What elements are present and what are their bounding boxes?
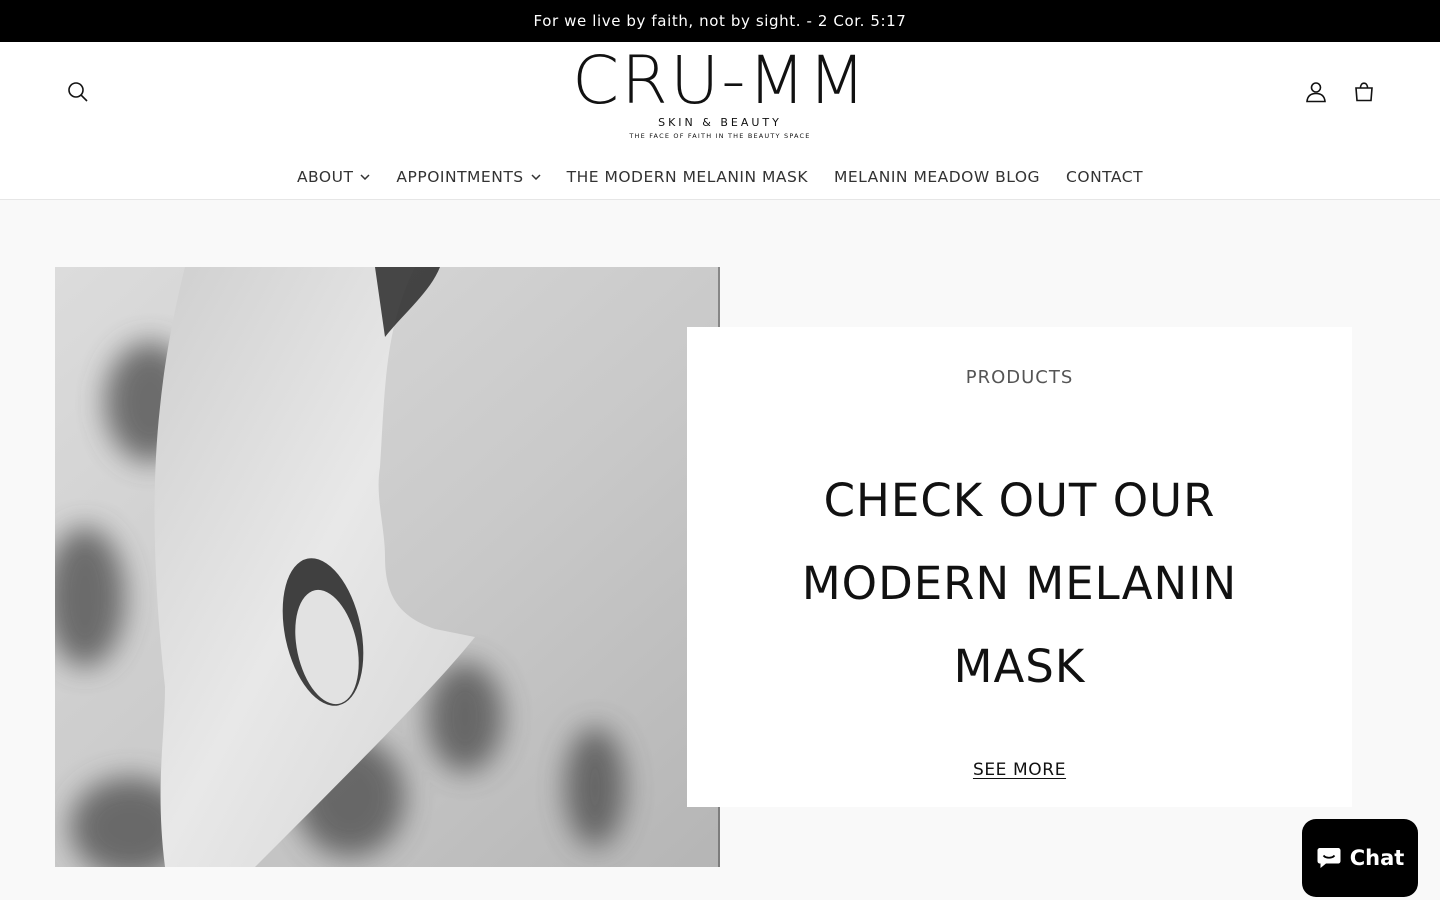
see-more-link[interactable]: SEE MORE [687, 760, 1352, 780]
chevron-down-icon [531, 174, 541, 180]
site-logo[interactable]: CRU-MM SKIN & BEAUTY THE FACE OF FAITH I… [560, 42, 880, 141]
nav-item-label: ABOUT [296, 168, 354, 186]
hero-headline: CHECK OUT OUR MODERN MELANIN MASK [801, 474, 1238, 693]
announcement-text: For we live by faith, not by sight. - 2 … [533, 12, 907, 30]
nav-item-label: APPOINTMENTS [396, 168, 524, 186]
nav-item-about[interactable]: ABOUT [284, 168, 383, 186]
logo-wordmark: CRU-MM [572, 42, 868, 119]
search-button[interactable] [58, 72, 98, 112]
main-navigation: ABOUT APPOINTMENTS THE MODERN MELANIN MA… [0, 162, 1440, 192]
chat-button[interactable]: Chat [1302, 819, 1418, 897]
nav-item-label: THE MODERN MELANIN MASK [566, 168, 808, 186]
nav-item-label: CONTACT [1066, 168, 1144, 186]
account-button[interactable] [1296, 72, 1336, 112]
nav-item-appointments[interactable]: APPOINTMENTS [383, 168, 553, 186]
nav-item-melanin-meadow-blog[interactable]: MELANIN MEADOW BLOG [821, 168, 1053, 186]
nav-item-contact[interactable]: CONTACT [1053, 168, 1156, 186]
cart-icon [1355, 82, 1373, 102]
hero-image [55, 267, 720, 867]
search-icon [68, 82, 88, 102]
hero-content-card: PRODUCTS CHECK OUT OUR MODERN MELANIN MA… [687, 327, 1352, 807]
logo-tagline: THE FACE OF FAITH IN THE BEAUTY SPACE [629, 132, 811, 140]
hero-eyebrow: PRODUCTS [965, 367, 1074, 388]
chat-label: Chat [1349, 846, 1405, 870]
chevron-down-icon [360, 174, 370, 180]
announcement-bar: For we live by faith, not by sight. - 2 … [0, 0, 1440, 42]
cart-button[interactable] [1344, 72, 1384, 112]
nav-item-label: MELANIN MEADOW BLOG [834, 168, 1041, 186]
chat-bubble-icon [1316, 846, 1342, 870]
site-header: CRU-MM SKIN & BEAUTY THE FACE OF FAITH I… [0, 42, 1440, 200]
account-icon [1306, 82, 1326, 103]
nav-item-modern-melanin-mask[interactable]: THE MODERN MELANIN MASK [554, 168, 821, 186]
